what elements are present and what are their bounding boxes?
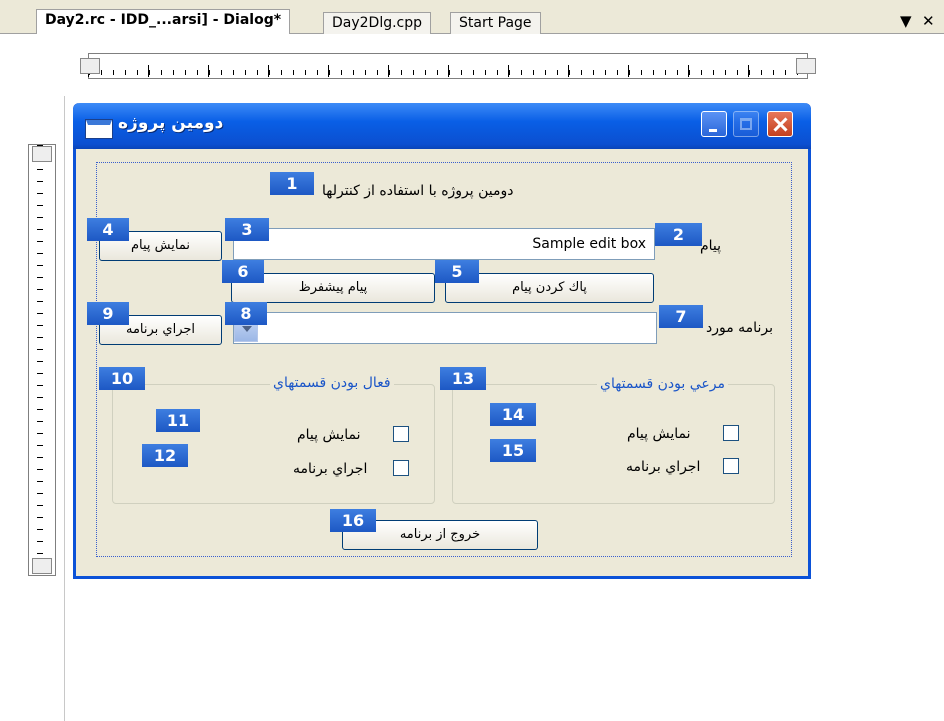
enable-show-message-checkbox[interactable] bbox=[393, 426, 409, 442]
horizontal-ruler-major-ticks bbox=[88, 65, 808, 77]
visible-show-message-label: نمايش پيام bbox=[627, 426, 691, 442]
visible-group-caption: مرعي بودن قسمتهاي bbox=[597, 376, 728, 392]
minimize-icon[interactable] bbox=[701, 111, 727, 137]
static-title-text: دومين پروژه با استفاده از کنترلها bbox=[322, 183, 514, 199]
program-label: برنامه مورد bbox=[706, 320, 773, 336]
enable-run-program-checkbox[interactable] bbox=[393, 460, 409, 476]
tab-order-badge: 15 bbox=[490, 439, 536, 462]
dialog-title: دومين پروژه bbox=[118, 113, 224, 133]
tab-order-badge: 3 bbox=[225, 218, 269, 241]
maximize-icon bbox=[733, 111, 759, 137]
tab-order-badge: 11 bbox=[156, 409, 200, 432]
message-label: پيام bbox=[700, 238, 722, 254]
tab-close-icon[interactable]: ✕ bbox=[922, 12, 935, 30]
ruler-right-handle[interactable] bbox=[796, 58, 816, 74]
vertical-ruler[interactable] bbox=[28, 144, 56, 576]
vruler-bottom-handle[interactable] bbox=[32, 558, 52, 574]
enable-run-program-label: اجراي برنامه bbox=[293, 461, 368, 477]
tab-order-badge: 2 bbox=[655, 223, 702, 246]
visible-run-program-label: اجراي برنامه bbox=[626, 459, 701, 475]
tab-dropdown-icon[interactable]: ▼ bbox=[900, 12, 912, 30]
enable-group-caption: فعال بودن قسمتهاي bbox=[270, 375, 394, 391]
tab-start-page[interactable]: Start Page bbox=[450, 12, 541, 34]
tab-order-badge: 6 bbox=[222, 260, 264, 283]
close-icon[interactable] bbox=[767, 111, 793, 137]
tab-order-badge: 12 bbox=[142, 444, 188, 467]
tab-order-badge: 7 bbox=[659, 305, 703, 328]
tab-order-badge: 14 bbox=[490, 403, 536, 426]
tab-order-badge: 13 bbox=[440, 367, 486, 390]
enable-show-message-label: نمايش پيام bbox=[297, 427, 361, 443]
tab-day2dlg-cpp[interactable]: Day2Dlg.cpp bbox=[323, 12, 432, 34]
tab-order-badge: 9 bbox=[87, 302, 129, 325]
tab-order-badge: 4 bbox=[87, 218, 129, 241]
ruler-left-handle[interactable] bbox=[80, 58, 100, 74]
program-combobox[interactable] bbox=[233, 312, 657, 344]
surface-margin-line bbox=[64, 96, 65, 721]
vruler-top-handle[interactable] bbox=[32, 146, 52, 162]
window-icon bbox=[86, 120, 112, 138]
tab-order-badge: 8 bbox=[225, 302, 267, 325]
visible-run-program-checkbox[interactable] bbox=[723, 458, 739, 474]
tab-order-badge: 5 bbox=[435, 260, 479, 283]
tab-dialog-resource[interactable]: Day2.rc - IDD_...arsi] - Dialog* bbox=[36, 9, 291, 34]
visible-show-message-checkbox[interactable] bbox=[723, 425, 739, 441]
tab-order-badge: 16 bbox=[330, 509, 376, 532]
message-edit-box[interactable]: Sample edit box bbox=[233, 228, 655, 260]
tab-order-badge: 10 bbox=[99, 367, 145, 390]
tab-order-badge: 1 bbox=[270, 172, 314, 195]
